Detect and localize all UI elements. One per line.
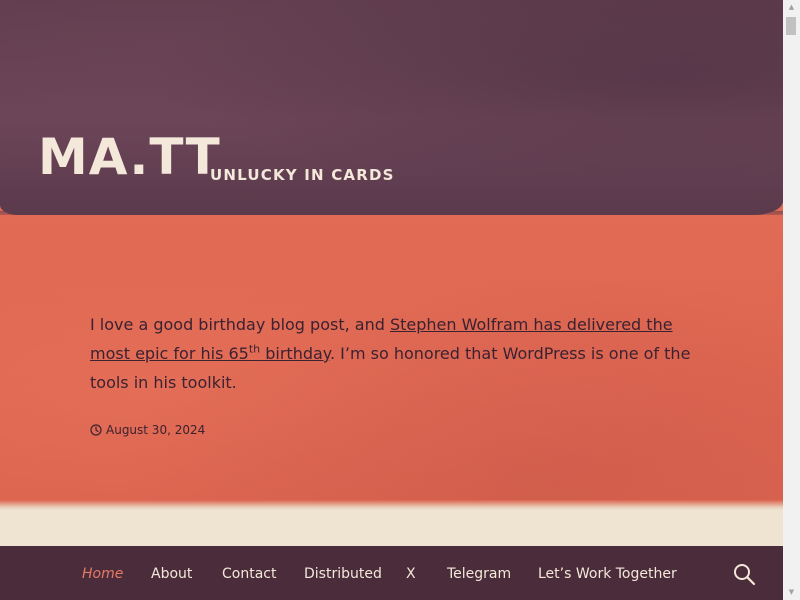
nav-item-lets-work-together[interactable]: Let’s Work Together <box>538 546 677 600</box>
site-title[interactable]: MA.TT <box>38 132 221 182</box>
post-text-before: I love a good birthday blog post, and <box>90 315 390 334</box>
post-meta: August 30, 2024 <box>90 423 205 437</box>
site-tagline: UNLUCKY IN CARDS <box>210 166 395 184</box>
post-body: I love a good birthday blog post, and St… <box>90 310 710 397</box>
link-text-after: birthday <box>260 344 330 363</box>
main-navigation: Home About Contact Distributed X Telegra… <box>0 546 783 600</box>
content-bottom-edge <box>0 500 783 510</box>
nav-item-about[interactable]: About <box>151 546 192 600</box>
scrollbar-thumb[interactable] <box>786 17 796 35</box>
scroll-up-arrow[interactable]: ▲ <box>783 0 800 15</box>
link-superscript: th <box>248 342 261 356</box>
post-date-link[interactable]: August 30, 2024 <box>106 423 205 437</box>
site-header: MA.TT UNLUCKY IN CARDS <box>0 0 783 230</box>
nav-item-telegram[interactable]: Telegram <box>447 546 511 600</box>
nav-item-distributed[interactable]: Distributed <box>304 546 382 600</box>
nav-item-x[interactable]: X <box>406 546 416 600</box>
page-viewport: MA.TT UNLUCKY IN CARDS I love a good bir… <box>0 0 783 600</box>
scroll-down-arrow[interactable]: ▼ <box>783 585 800 600</box>
nav-item-contact[interactable]: Contact <box>222 546 276 600</box>
clock-icon <box>90 424 102 436</box>
nav-item-home[interactable]: Home <box>82 546 123 600</box>
vertical-scrollbar[interactable]: ▲ ▼ <box>783 0 800 600</box>
search-icon[interactable] <box>732 562 756 586</box>
